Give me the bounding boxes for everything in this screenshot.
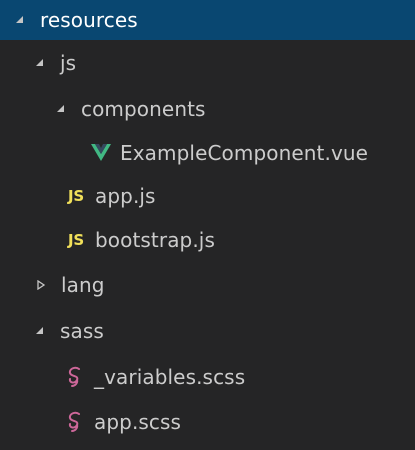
chevron-down-icon[interactable] <box>12 12 28 28</box>
tree-item-label: sass <box>60 319 104 343</box>
tree-item-label: _variables.scss <box>94 365 246 389</box>
tree-item-label: bootstrap.js <box>95 228 215 252</box>
chevron-right-icon[interactable] <box>33 277 49 293</box>
javascript-file-icon: JS <box>68 187 84 205</box>
tree-item-sass[interactable]: sass <box>0 308 415 354</box>
chevron-down-icon[interactable] <box>32 323 48 339</box>
tree-item-lang[interactable]: lang <box>0 262 415 308</box>
tree-item-label: js <box>60 51 77 75</box>
tree-item-label: components <box>81 97 206 121</box>
tree-item-app-js[interactable]: JS app.js <box>0 174 415 218</box>
tree-item-label: ExampleComponent.vue <box>120 141 369 165</box>
tree-item-components[interactable]: components <box>0 86 415 132</box>
tree-item-label: app.js <box>95 184 156 208</box>
javascript-file-icon: JS <box>68 231 84 249</box>
tree-item-js[interactable]: js <box>0 40 415 86</box>
sass-file-icon <box>64 366 86 388</box>
tree-item-example-component[interactable]: ExampleComponent.vue <box>0 132 415 174</box>
vue-file-icon <box>90 142 112 164</box>
file-explorer: resources js components ExampleComponent… <box>0 0 415 450</box>
tree-item-resources[interactable]: resources <box>0 0 415 40</box>
tree-item-label: app.scss <box>94 410 182 434</box>
tree-item-variables-scss[interactable]: _variables.scss <box>0 354 415 400</box>
tree-item-app-scss[interactable]: app.scss <box>0 400 415 444</box>
tree-item-label: lang <box>61 273 105 297</box>
tree-item-bootstrap-js[interactable]: JS bootstrap.js <box>0 218 415 262</box>
tree-item-label: resources <box>40 8 138 32</box>
chevron-down-icon[interactable] <box>53 101 69 117</box>
chevron-down-icon[interactable] <box>32 55 48 71</box>
sass-file-icon <box>64 411 86 433</box>
